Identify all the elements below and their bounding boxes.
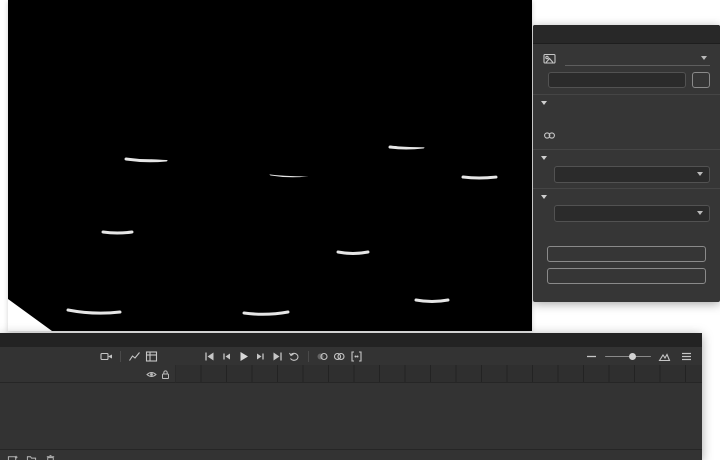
camera-icon[interactable] (99, 350, 114, 363)
symbol-type-dropdown[interactable] (565, 50, 710, 66)
frame-view-icon[interactable] (144, 350, 159, 363)
collapse-triangle-icon (541, 195, 547, 199)
zoom-out-icon[interactable] (584, 350, 599, 363)
graphic-symbol-icon (543, 52, 557, 65)
step-forward-icon[interactable] (253, 350, 268, 363)
go-to-last-frame-icon[interactable] (270, 350, 285, 363)
instance-name-field[interactable] (548, 72, 686, 88)
xy-row (543, 111, 710, 124)
link-width-height-icon[interactable] (543, 129, 561, 145)
onion-skin-outlines-icon[interactable] (332, 350, 347, 363)
go-to-first-frame-icon[interactable] (202, 350, 217, 363)
lip-syncing-button[interactable] (547, 268, 706, 284)
section-looping[interactable] (533, 188, 720, 199)
timeline-zoom-slider[interactable] (605, 350, 651, 363)
graph-editor-icon[interactable] (127, 350, 142, 363)
zoom-slider-knob[interactable] (629, 353, 636, 360)
first-frame-row (543, 227, 710, 240)
symbol-type-row (543, 50, 710, 66)
collapse-triangle-icon (541, 156, 547, 160)
step-back-icon[interactable] (219, 350, 234, 363)
section-color-effect[interactable] (533, 149, 720, 160)
timeline-tabbar (0, 333, 702, 348)
properties-panel (533, 25, 720, 302)
wh-row (543, 130, 710, 143)
timeline-toolbar (0, 347, 702, 366)
style-row (543, 166, 710, 182)
looping-options-row (543, 205, 710, 221)
new-folder-icon[interactable] (24, 453, 38, 460)
onion-skin-icon[interactable] (315, 350, 330, 363)
new-layer-icon[interactable] (5, 453, 19, 460)
instance-row (543, 72, 710, 88)
looping-options-dropdown[interactable] (554, 205, 710, 222)
section-position-and-size[interactable] (533, 94, 720, 105)
chevron-down-icon (697, 211, 703, 215)
timeline-statusbar (0, 449, 702, 460)
stage-artwork (8, 0, 532, 331)
properties-body (533, 50, 720, 284)
edit-multiple-frames-icon[interactable] (349, 350, 364, 363)
timeline-layers-header (0, 365, 176, 383)
chevron-down-icon (697, 172, 703, 176)
frame-size-icon[interactable] (657, 350, 672, 363)
delete-layer-icon[interactable] (43, 453, 57, 460)
chevron-down-icon (701, 56, 707, 60)
playhead-handle[interactable] (0, 370, 7, 382)
stage-canvas[interactable] (8, 0, 532, 331)
eye-icon[interactable] (146, 369, 157, 382)
panel-menu-icon[interactable] (679, 350, 694, 363)
properties-tabbar (533, 25, 720, 44)
style-dropdown[interactable] (554, 166, 710, 183)
app-root (0, 0, 720, 460)
lock-icon[interactable] (160, 369, 171, 382)
timeline-ruler[interactable] (176, 365, 702, 383)
loop-icon[interactable] (287, 350, 302, 363)
play-icon[interactable] (236, 350, 251, 363)
collapse-triangle-icon (541, 101, 547, 105)
swap-button[interactable] (692, 72, 710, 88)
use-frame-picker-button[interactable] (547, 246, 706, 262)
timeline-panel (0, 333, 702, 460)
